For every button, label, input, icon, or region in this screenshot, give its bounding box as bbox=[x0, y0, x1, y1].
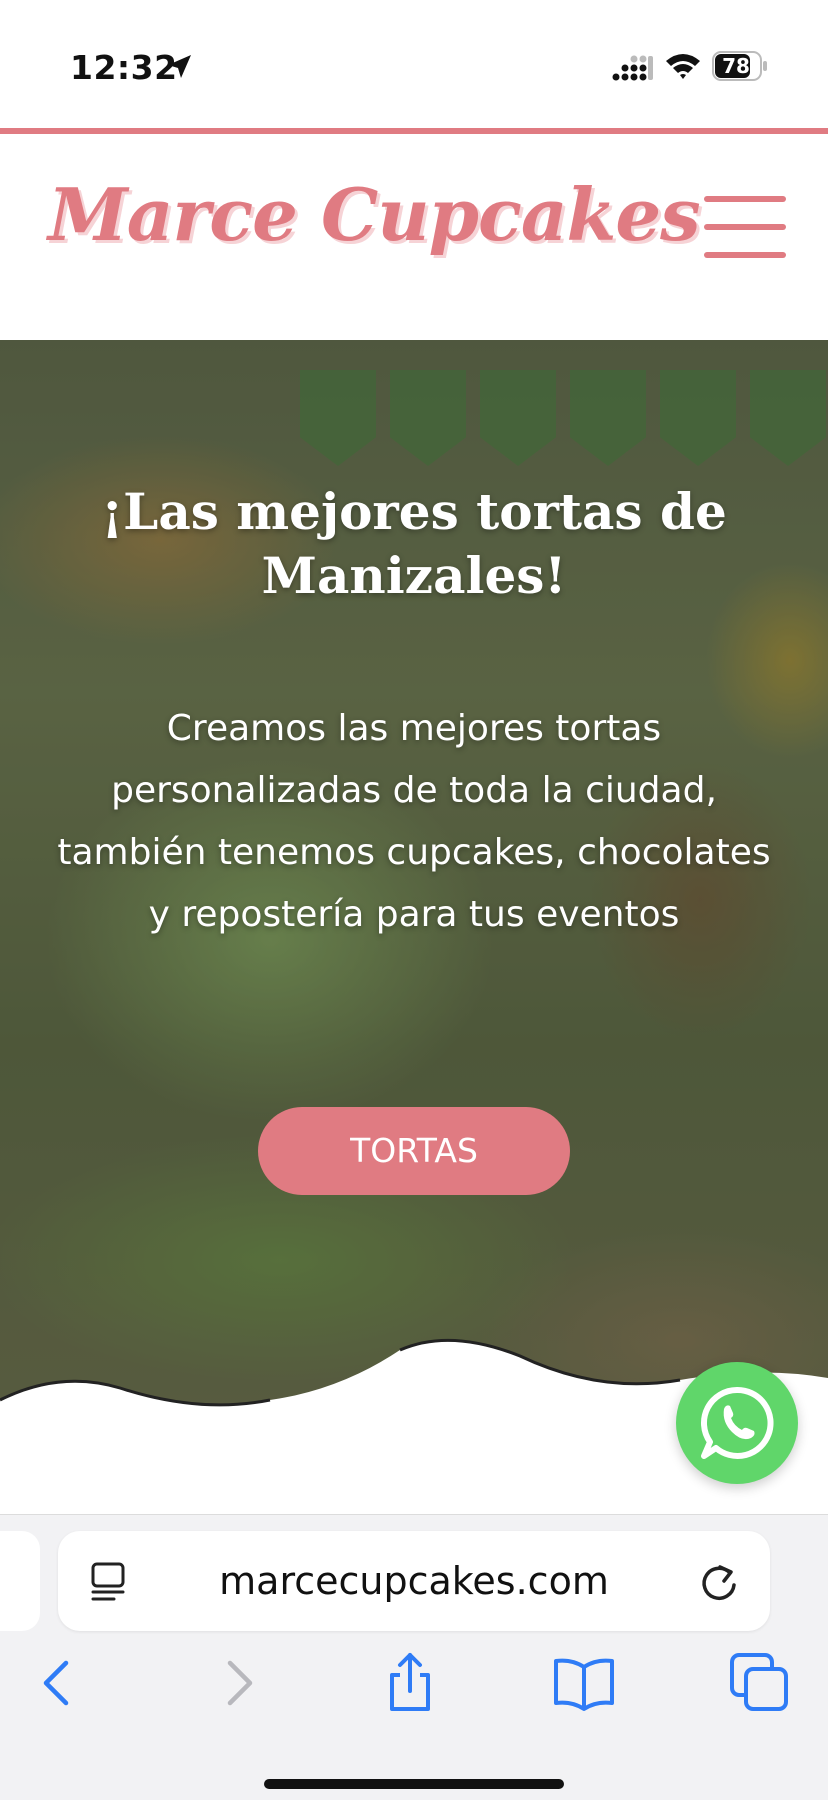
tortas-button[interactable]: TORTAS bbox=[258, 1107, 570, 1195]
hero-section: ¡Las mejores tortas de Manizales! Creamo… bbox=[0, 340, 828, 1514]
back-icon[interactable] bbox=[26, 1651, 90, 1715]
browser-toolbar: marcecupcakes.com bbox=[0, 1514, 828, 1800]
whatsapp-button[interactable] bbox=[676, 1362, 798, 1484]
status-time: 12:32 bbox=[70, 48, 178, 87]
hero-title: ¡Las mejores tortas de Manizales! bbox=[101, 482, 727, 605]
bookmarks-icon[interactable] bbox=[552, 1651, 616, 1715]
previous-tab-preview[interactable] bbox=[0, 1531, 40, 1631]
hamburger-menu-icon[interactable] bbox=[704, 196, 786, 258]
reader-mode-icon[interactable] bbox=[88, 1561, 128, 1603]
status-bar: 12:32 78 bbox=[0, 0, 828, 128]
home-indicator bbox=[264, 1779, 564, 1789]
hero-description: Creamos las mejores tortas personalizada… bbox=[57, 708, 771, 935]
share-icon[interactable] bbox=[378, 1651, 442, 1715]
whatsapp-icon bbox=[701, 1386, 774, 1459]
address-bar[interactable]: marcecupcakes.com bbox=[58, 1531, 770, 1631]
site-logo[interactable]: Marce Cupcakes bbox=[48, 172, 701, 257]
battery-level: 78 bbox=[722, 54, 750, 78]
location-arrow-icon bbox=[168, 55, 191, 78]
site-header: Marce Cupcakes bbox=[0, 134, 828, 340]
url-text[interactable]: marcecupcakes.com bbox=[148, 1531, 680, 1631]
reload-icon[interactable] bbox=[698, 1561, 740, 1603]
wifi-icon bbox=[666, 54, 700, 79]
cellular-signal-icon bbox=[612, 55, 653, 81]
tabs-icon[interactable] bbox=[728, 1651, 792, 1715]
forward-icon[interactable] bbox=[206, 1651, 270, 1715]
